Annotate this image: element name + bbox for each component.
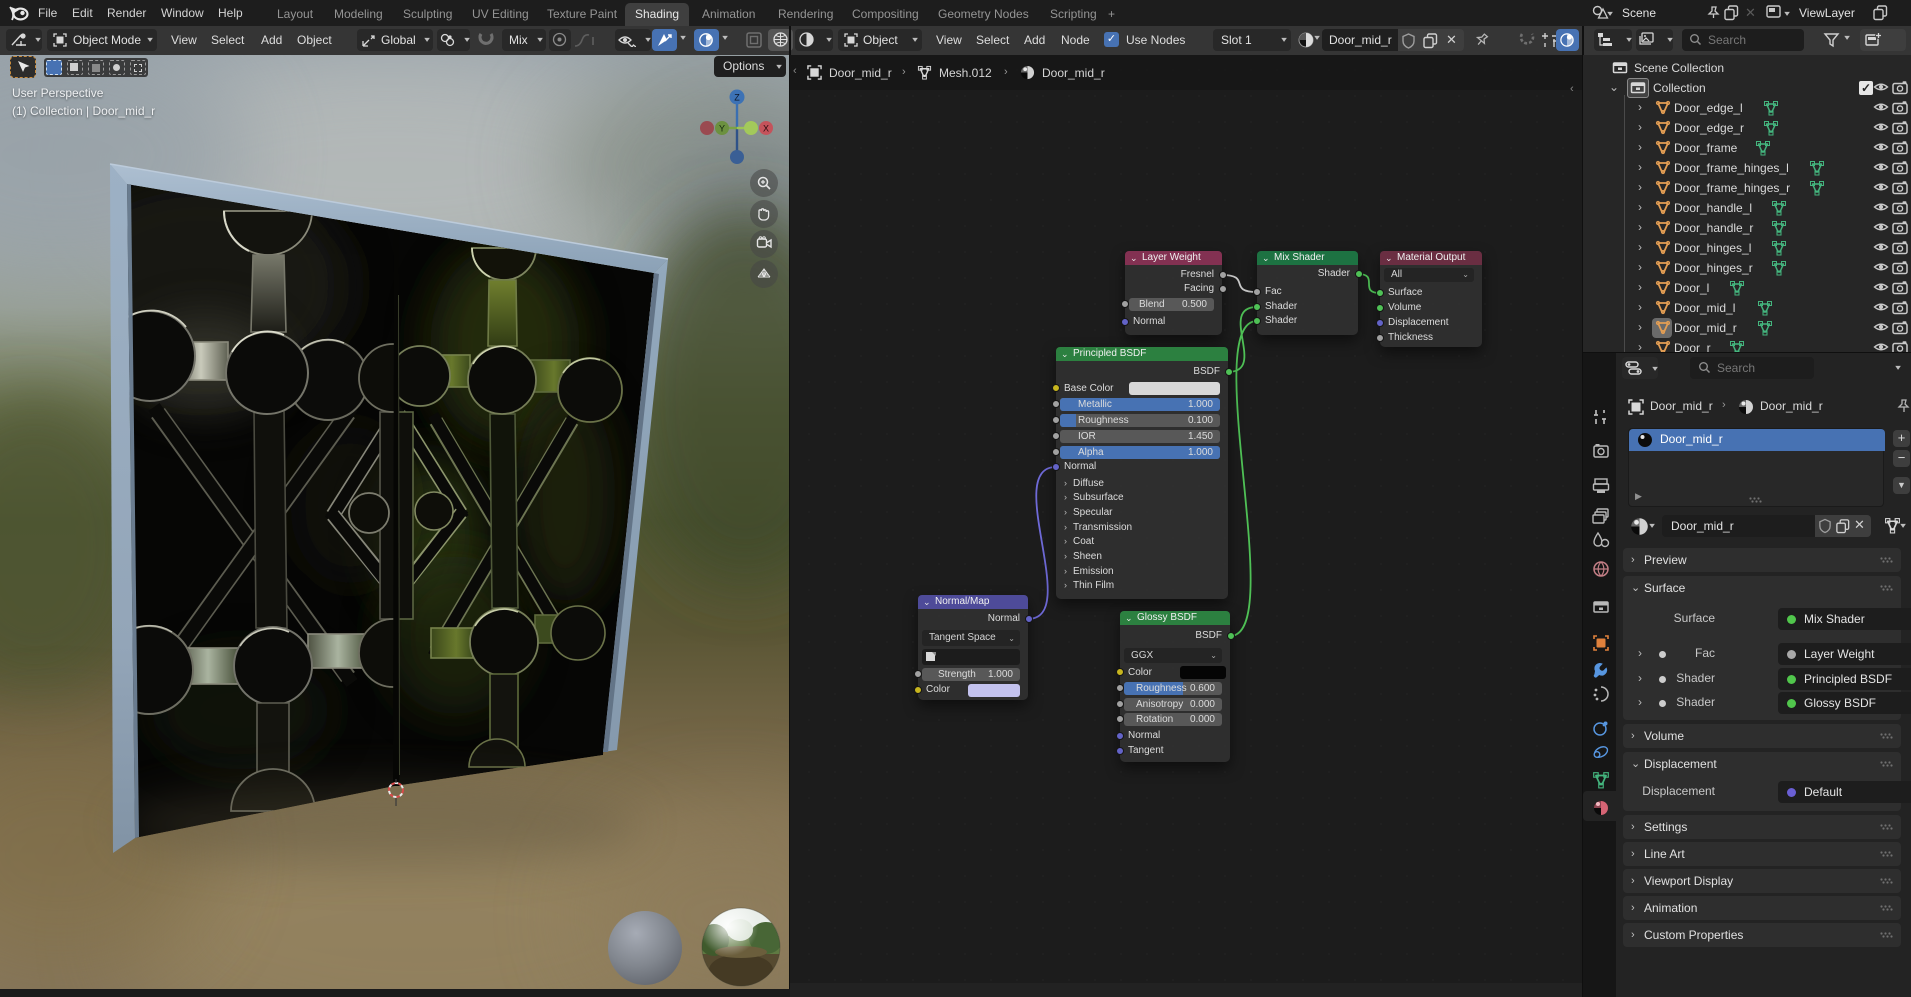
svg-text:Y: Y [719,124,725,134]
svg-text:Z: Z [734,93,740,103]
svg-text:X: X [763,124,769,134]
